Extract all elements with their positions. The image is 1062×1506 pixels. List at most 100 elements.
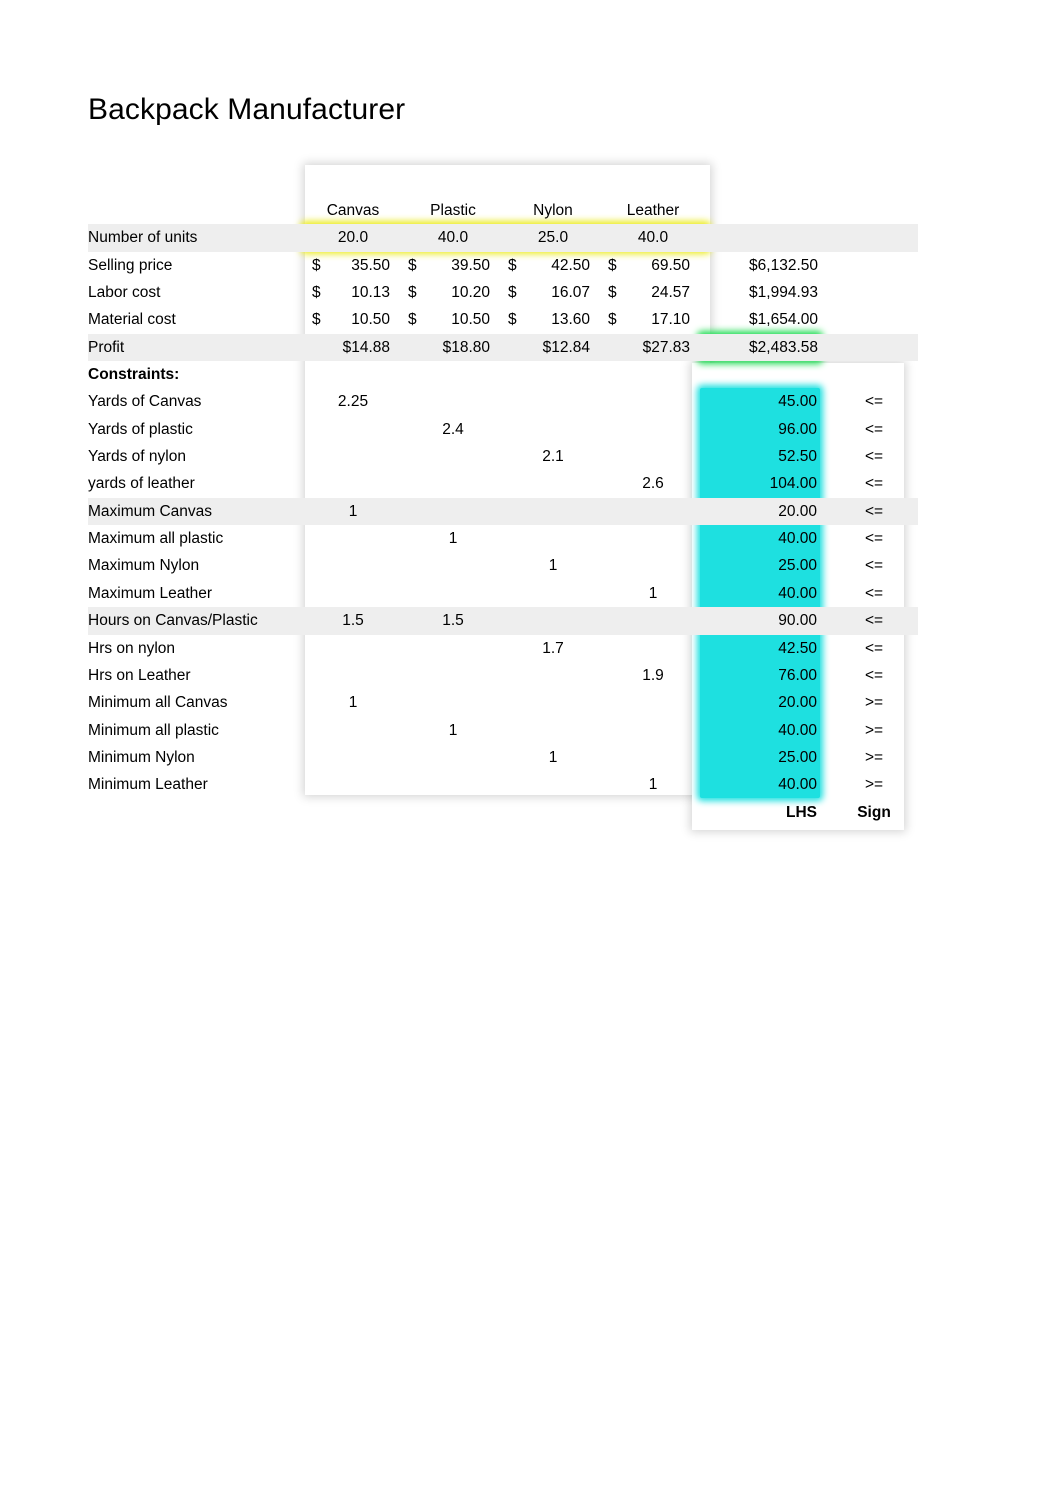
constraint-row: Maximum all plastic 1 40.00 <=: [88, 525, 918, 552]
selling-price-leather: 69.50: [651, 256, 690, 274]
constraint-coefficient: [503, 689, 603, 716]
constraint-coefficient: [303, 552, 403, 579]
constraint-coefficient: [303, 470, 403, 497]
constraint-row: Minimum Leather 1 40.00 >=: [88, 771, 918, 798]
constraint-row: Maximum Nylon 1 25.00 <=: [88, 552, 918, 579]
constraint-lhs-value: 76.00: [778, 666, 817, 684]
material-cost-nylon: 13.60: [551, 311, 590, 329]
constraint-sign: <=: [864, 448, 884, 466]
constraint-coefficient: [303, 771, 403, 798]
constraint-sign: >=: [864, 721, 884, 739]
constraint-coefficient: [403, 662, 503, 689]
row-label: Material cost: [88, 311, 176, 329]
constraint-lhs-value: 40.00: [778, 721, 817, 739]
constraint-coefficient: 1: [448, 530, 458, 548]
constraint-sign: >=: [864, 748, 884, 766]
constraint-sign: <=: [864, 639, 884, 657]
constraints-header: Constraints:: [88, 366, 180, 384]
constraint-coefficient: [603, 717, 703, 744]
page-title: Backpack Manufacturer: [88, 93, 406, 126]
column-header-canvas: Canvas: [326, 202, 380, 219]
constraint-row: Maximum Leather 1 40.00 <=: [88, 580, 918, 607]
constraint-sign: <=: [864, 612, 884, 630]
constraint-row: Yards of plastic 2.4 96.00 <=: [88, 416, 918, 443]
constraint-lhs-value: 25.00: [778, 557, 817, 575]
constraint-sign: <=: [864, 530, 884, 548]
constraint-coefficient: [503, 416, 603, 443]
labor-cost-leather: 24.57: [651, 284, 690, 302]
lhs-column-label: LHS: [786, 803, 817, 821]
constraint-lhs-value: 20.00: [778, 694, 817, 712]
units-leather[interactable]: 40.0: [603, 224, 703, 251]
constraint-coefficient: [503, 470, 603, 497]
constraint-row: Hrs on nylon 1.7 42.50 <=: [88, 635, 918, 662]
constraint-coefficient: [303, 443, 403, 470]
constraint-coefficient: [503, 580, 603, 607]
constraint-coefficient: 1: [648, 776, 658, 794]
profit-total: $2,483.58: [749, 338, 818, 356]
constraint-lhs-value: 45.00: [778, 393, 817, 411]
constraint-sign: <=: [864, 584, 884, 602]
constraint-lhs-value: 40.00: [778, 584, 817, 602]
table-row-labor-cost: Labor cost $ $ $ $ 10.13 10.20 16.07 24.…: [88, 279, 918, 306]
constraint-lhs-value: 90.00: [778, 612, 817, 630]
constraint-coefficient: 1: [448, 721, 458, 739]
material-cost-total: $1,654.00: [749, 311, 818, 329]
constraint-coefficient: [503, 388, 603, 415]
constraint-coefficient: 1: [548, 557, 558, 575]
constraint-label: Maximum Nylon: [88, 557, 200, 575]
labor-cost-canvas: 10.13: [351, 284, 390, 302]
units-plastic[interactable]: 40.0: [403, 224, 503, 251]
constraint-lhs-value: 42.50: [778, 639, 817, 657]
constraint-coefficient: [403, 552, 503, 579]
labor-cost-plastic: 10.20: [451, 284, 490, 302]
constraint-label: Hours on Canvas/Plastic: [88, 612, 258, 630]
constraint-coefficient: [603, 552, 703, 579]
constraint-coefficient: [603, 443, 703, 470]
constraint-coefficient: 1.5: [342, 612, 364, 630]
table-row-profit: Profit $14.88 $18.80 $12.84 $27.83 $2,48…: [88, 333, 918, 362]
constraint-label: Maximum all plastic: [88, 530, 224, 548]
profit-plastic: $18.80: [442, 338, 490, 356]
table-row-material-cost: Material cost $ $ $ $ 10.50 10.50 13.60 …: [88, 306, 918, 333]
constraint-coefficient: [603, 388, 703, 415]
constraint-row: yards of leather 2.6 104.00 <=: [88, 470, 918, 497]
profit-leather: $27.83: [642, 338, 690, 356]
constraint-coefficient: [303, 662, 403, 689]
row-label: Labor cost: [88, 284, 161, 302]
constraint-sign: <=: [864, 557, 884, 575]
constraint-sign: >=: [864, 694, 884, 712]
constraint-coefficient: [503, 498, 603, 525]
material-cost-plastic: 10.50: [451, 311, 490, 329]
constraint-coefficient: [503, 662, 603, 689]
constraint-label: Yards of plastic: [88, 420, 193, 438]
constraints-footer-row: LHS Sign: [88, 799, 918, 826]
constraint-coefficient: [403, 744, 503, 771]
constraint-row: Minimum all Canvas 1 20.00 >=: [88, 689, 918, 716]
constraint-coefficient: [403, 635, 503, 662]
constraint-label: Minimum Leather: [88, 776, 208, 794]
constraint-coefficient: [503, 771, 603, 798]
constraint-coefficient: 2.1: [542, 448, 564, 466]
constraint-label: Hrs on nylon: [88, 639, 176, 657]
constraint-coefficient: [603, 607, 703, 634]
constraint-coefficient: 1: [348, 694, 358, 712]
selling-price-total: $6,132.50: [749, 256, 818, 274]
constraint-coefficient: [403, 498, 503, 525]
column-header-plastic: Plastic: [430, 202, 476, 219]
column-header-leather: Leather: [626, 202, 680, 219]
constraint-coefficient: [603, 635, 703, 662]
constraint-label: yards of leather: [88, 475, 195, 493]
constraint-lhs-value: 40.00: [778, 776, 817, 794]
units-canvas[interactable]: 20.0: [303, 224, 403, 251]
constraint-coefficient: [503, 717, 603, 744]
constraint-label: Minimum all plastic: [88, 721, 219, 739]
constraint-lhs-value: 96.00: [778, 420, 817, 438]
labor-cost-nylon: 16.07: [551, 284, 590, 302]
material-cost-leather: 17.10: [651, 311, 690, 329]
labor-cost-total: $1,994.93: [749, 284, 818, 302]
constraint-coefficient: 1: [548, 748, 558, 766]
units-nylon[interactable]: 25.0: [503, 224, 603, 251]
constraint-sign: <=: [864, 393, 884, 411]
profit-canvas: $14.88: [342, 338, 390, 356]
